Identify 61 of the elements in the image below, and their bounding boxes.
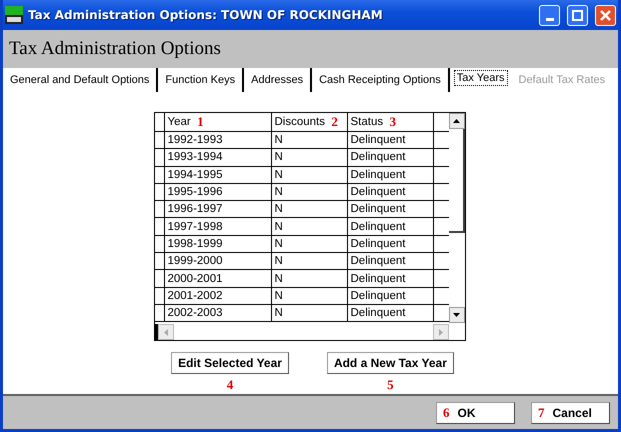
table-cell: Delinquent bbox=[348, 149, 434, 166]
scroll-down-icon[interactable] bbox=[448, 307, 464, 323]
action-button[interactable]: Edit Selected Year bbox=[171, 352, 289, 374]
window-title: Tax Administration Options: TOWN OF ROCKINGHAM bbox=[28, 8, 384, 22]
table-cell: 1992-1993 bbox=[164, 132, 272, 148]
table-cell: N bbox=[272, 166, 348, 183]
action-button[interactable]: Add a New Tax Year bbox=[326, 352, 454, 374]
table-cell: 1999-2000 bbox=[164, 253, 272, 270]
table-cell: N bbox=[272, 201, 348, 218]
maximize-button[interactable] bbox=[567, 4, 588, 26]
column-header[interactable]: Status 3 bbox=[348, 113, 434, 131]
table-cell: 1994-1995 bbox=[164, 166, 272, 183]
table-cell: 2001-2002 bbox=[164, 288, 272, 304]
annotation-number: 4 bbox=[226, 377, 234, 393]
scroll-up-icon[interactable] bbox=[448, 113, 464, 129]
annotation-number: 5 bbox=[387, 377, 394, 393]
scroll-left-icon[interactable] bbox=[158, 324, 174, 340]
table-cell: 1997-1998 bbox=[164, 218, 272, 235]
tab[interactable]: Tax Years bbox=[450, 68, 512, 92]
table-cell: 1998-1999 bbox=[164, 236, 272, 252]
table-cell: N bbox=[272, 236, 348, 252]
page-heading: Tax Administration Options bbox=[9, 38, 221, 60]
minimize-button[interactable] bbox=[539, 4, 560, 26]
column-header[interactable]: Discounts 2 bbox=[272, 113, 348, 131]
table-cell: N bbox=[272, 149, 348, 166]
annotation-number: 2 bbox=[331, 114, 338, 130]
annotation-number: 1 bbox=[197, 114, 204, 130]
table-cell: N bbox=[272, 270, 348, 287]
table-cell: 1996-1997 bbox=[164, 201, 272, 218]
table-cell: 2002-2003 bbox=[164, 304, 272, 322]
maximize-icon bbox=[572, 10, 583, 20]
table-cell: Delinquent bbox=[348, 218, 434, 235]
table-cell: Delinquent bbox=[348, 304, 434, 322]
table-cell: Delinquent bbox=[348, 132, 434, 148]
table-cell: Delinquent bbox=[348, 184, 434, 200]
annotation-number: 3 bbox=[390, 114, 396, 130]
vertical-scrollbar[interactable] bbox=[448, 113, 464, 323]
table-cell: Delinquent bbox=[348, 166, 434, 183]
app-logo-icon bbox=[5, 6, 23, 24]
table-cell: N bbox=[272, 184, 348, 200]
minimize-icon bbox=[546, 18, 554, 20]
column-header[interactable]: Year 1 bbox=[164, 113, 272, 131]
table-cell: N bbox=[272, 132, 348, 148]
close-button[interactable] bbox=[595, 4, 616, 26]
table-cell: 1993-1994 bbox=[164, 149, 272, 166]
table-cell: N bbox=[272, 304, 348, 322]
table-cell: N bbox=[272, 218, 348, 235]
table-cell: Delinquent bbox=[348, 236, 434, 252]
dialog-button[interactable]: 6 OK bbox=[436, 402, 515, 424]
table-cell: 1995-1996 bbox=[164, 184, 272, 200]
table-cell: Delinquent bbox=[348, 270, 434, 287]
dialog-button[interactable]: 7 Cancel bbox=[531, 402, 610, 424]
annotation-number: 7 bbox=[538, 404, 544, 420]
annotation-number: 6 bbox=[443, 404, 450, 420]
table-cell: N bbox=[272, 253, 348, 270]
table-cell: 2000-2001 bbox=[164, 270, 272, 287]
table-cell: Delinquent bbox=[348, 201, 434, 218]
table-cell: Delinquent bbox=[348, 253, 434, 270]
close-icon bbox=[600, 10, 611, 20]
table-cell: Delinquent bbox=[348, 288, 434, 304]
table-cell: N bbox=[272, 288, 348, 304]
